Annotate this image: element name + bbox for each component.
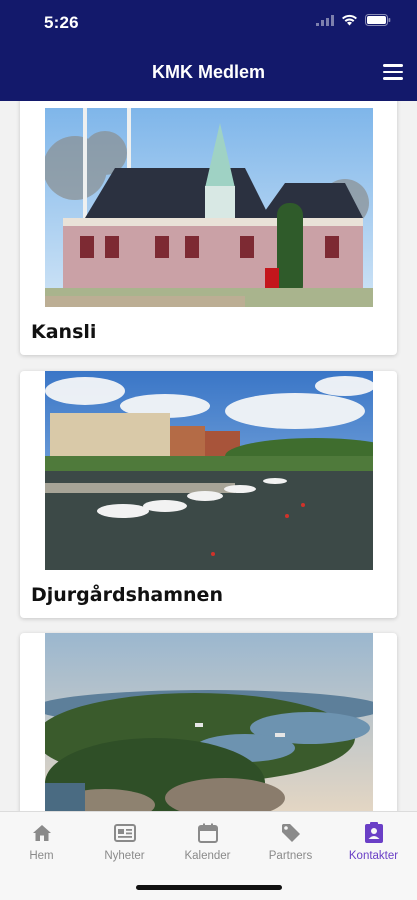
wifi-icon bbox=[342, 14, 357, 26]
tab-label: Kontakter bbox=[348, 850, 399, 862]
contact-card-kansli[interactable]: Kansli bbox=[20, 101, 397, 355]
tag-icon bbox=[281, 824, 300, 842]
tab-kontakter[interactable]: Kontakter bbox=[332, 822, 415, 862]
card-title: Kansli bbox=[31, 321, 97, 343]
tab-hem[interactable]: Hem bbox=[0, 822, 83, 862]
tab-nyheter[interactable]: Nyheter bbox=[83, 822, 166, 862]
news-icon bbox=[113, 824, 136, 842]
card-title: Djurgårdshamnen bbox=[31, 584, 223, 606]
contact-card-archipelago[interactable] bbox=[20, 633, 397, 811]
tab-label: Hem bbox=[29, 850, 54, 862]
contact-card-djurgardshamnen[interactable]: Djurgårdshamnen bbox=[20, 371, 397, 618]
home-indicator bbox=[136, 885, 282, 890]
bottom-tab-bar: Hem Nyheter Kalender Partners Kontakter bbox=[0, 811, 417, 900]
tab-label: Kalender bbox=[184, 850, 231, 862]
contacts-list[interactable]: Kansli Djurgårdshamnen bbox=[0, 101, 417, 811]
djurgardshamnen-photo bbox=[45, 371, 373, 570]
tab-partners[interactable]: Partners bbox=[249, 822, 332, 862]
archipelago-photo bbox=[45, 633, 373, 811]
status-bar: 5:26 bbox=[0, 0, 417, 48]
app-header: 5:26 KMK Medlem bbox=[0, 0, 417, 101]
battery-icon bbox=[365, 14, 391, 26]
contact-card-icon bbox=[364, 822, 383, 843]
tab-label: Nyheter bbox=[104, 850, 145, 862]
page-title: KMK Medlem bbox=[151, 62, 265, 82]
kansli-photo bbox=[45, 108, 373, 307]
hamburger-menu-icon[interactable] bbox=[383, 64, 403, 80]
status-time: 5:26 bbox=[44, 13, 79, 32]
tab-kalender[interactable]: Kalender bbox=[166, 822, 249, 862]
home-icon bbox=[32, 825, 51, 841]
status-icons bbox=[316, 14, 391, 26]
tab-label: Partners bbox=[268, 850, 313, 862]
signal-icon bbox=[316, 14, 334, 26]
calendar-icon bbox=[197, 823, 218, 843]
